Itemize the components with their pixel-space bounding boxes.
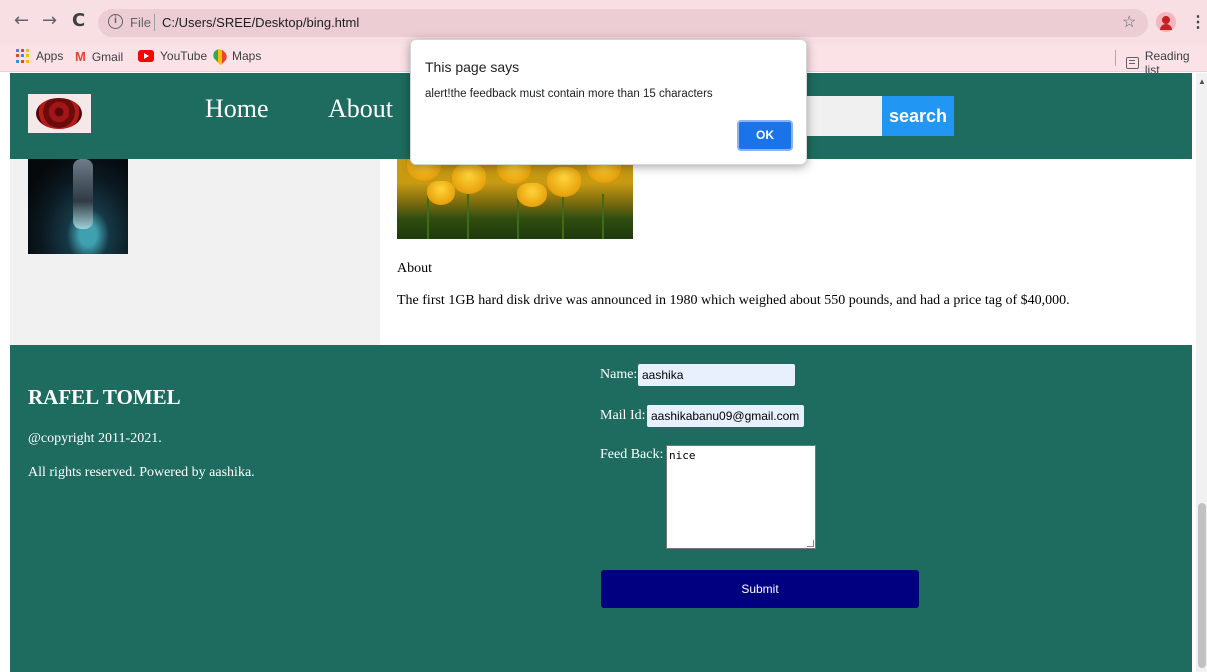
youtube-icon xyxy=(138,50,154,62)
tulips-image xyxy=(397,159,633,239)
feedback-label: Feed Back: xyxy=(600,447,664,462)
reload-icon[interactable]: C xyxy=(72,11,85,31)
page-scrollbar[interactable]: ▲ xyxy=(1196,73,1207,672)
bookmark-label: Apps xyxy=(36,49,64,63)
address-separator xyxy=(154,14,155,31)
footer-copyright: @copyright 2011-2021. xyxy=(28,431,162,446)
name-field[interactable] xyxy=(638,364,795,386)
reading-list-icon xyxy=(1126,57,1139,69)
about-heading: About xyxy=(397,261,432,276)
footer-rights: All rights reserved. Powered by aashika. xyxy=(28,465,255,480)
submit-button[interactable]: Submit xyxy=(601,570,919,608)
forward-icon[interactable]: → xyxy=(42,11,57,31)
feedback-textarea[interactable]: nice xyxy=(666,445,816,549)
footer-brand: RAFEL TOMEL xyxy=(28,385,181,409)
bookmark-label: YouTube xyxy=(160,49,208,63)
search-button[interactable]: search xyxy=(882,96,954,136)
scroll-up-arrow-icon[interactable]: ▲ xyxy=(1198,77,1206,86)
nav-home-link[interactable]: Home xyxy=(205,94,269,124)
address-bar[interactable]: i File C:/Users/SREE/Desktop/bing.html xyxy=(98,9,1148,37)
alert-dialog: This page says alert!the feedback must c… xyxy=(410,39,807,165)
email-field[interactable] xyxy=(647,405,804,427)
url-text[interactable]: C:/Users/SREE/Desktop/bing.html xyxy=(162,15,359,30)
bookmark-youtube[interactable]: YouTube xyxy=(138,49,207,63)
bookmarks-divider xyxy=(1115,50,1116,66)
mail-label: Mail Id: xyxy=(600,408,646,423)
dialog-title: This page says xyxy=(425,59,520,75)
rose-logo-icon[interactable] xyxy=(28,94,91,133)
scroll-thumb[interactable] xyxy=(1198,503,1206,668)
site-footer: RAFEL TOMEL @copyright 2011-2021. All ri… xyxy=(10,345,1192,672)
bookmark-maps[interactable]: Maps xyxy=(210,46,262,66)
nav-about-link[interactable]: About xyxy=(328,94,393,124)
profile-avatar-icon[interactable] xyxy=(1156,12,1176,32)
dialog-message: alert!the feedback must contain more tha… xyxy=(425,88,713,100)
back-icon[interactable]: ← xyxy=(14,11,29,31)
info-icon[interactable]: i xyxy=(108,14,123,29)
bookmark-label: Gmail xyxy=(91,49,124,64)
name-label: Name: xyxy=(600,367,638,382)
sidebar xyxy=(10,159,380,345)
browser-toolbar: ← → C i File C:/Users/SREE/Desktop/bing.… xyxy=(0,0,1207,44)
bookmark-apps[interactable]: Apps xyxy=(16,49,63,63)
bookmark-label: Maps xyxy=(232,49,262,63)
fact-paragraph: The first 1GB hard disk drive was announ… xyxy=(397,293,1070,308)
main-content: About The first 1GB hard disk drive was … xyxy=(380,159,1192,345)
file-scheme-label: File xyxy=(130,15,151,30)
dialog-ok-button[interactable]: OK xyxy=(737,120,793,151)
apps-grid-icon xyxy=(16,49,30,63)
bookmark-star-icon[interactable]: ☆ xyxy=(1122,12,1136,32)
bookmark-gmail[interactable]: M Gmail xyxy=(75,49,123,64)
menu-kebab-icon[interactable]: ⋮ xyxy=(1190,12,1206,32)
maps-icon xyxy=(210,46,230,66)
sidebar-image xyxy=(28,159,128,254)
gmail-icon: M xyxy=(75,49,86,64)
